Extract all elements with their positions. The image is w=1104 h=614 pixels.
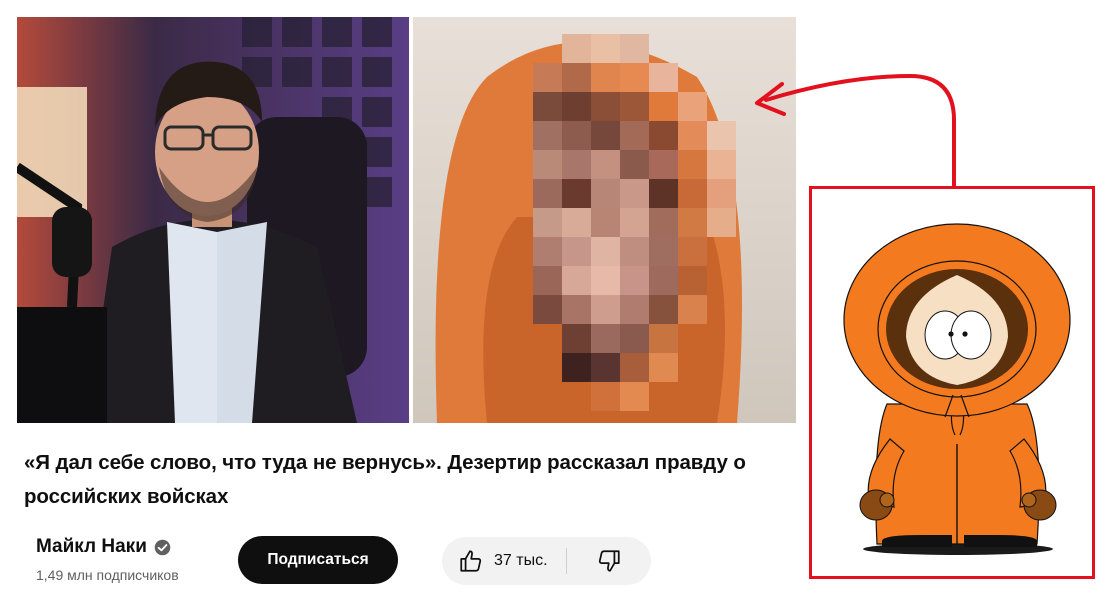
kenny-comparison-box [809, 186, 1095, 579]
subscriber-count: 1,49 млн подписчиков [36, 567, 179, 583]
subscribe-button[interactable]: Подписаться [238, 536, 398, 584]
thumbs-down-icon [598, 550, 620, 572]
channel-name[interactable]: Майкл Наки [36, 536, 171, 558]
video-title[interactable]: «Я дал себе слово, что туда не вернусь».… [24, 446, 784, 514]
channel-name-text: Майкл Наки [36, 536, 147, 557]
thumbs-up-icon [460, 550, 482, 572]
video-thumbnail[interactable] [17, 17, 796, 423]
verified-badge-icon [154, 539, 171, 555]
kenny-cartoon-image [843, 223, 1071, 555]
like-dislike-bar: 37 тыс. [442, 537, 651, 585]
like-button[interactable]: 37 тыс. [442, 537, 566, 585]
host-frame [17, 17, 409, 423]
like-count: 37 тыс. [494, 552, 548, 569]
dislike-button[interactable] [567, 537, 651, 585]
guest-frame [413, 17, 796, 423]
